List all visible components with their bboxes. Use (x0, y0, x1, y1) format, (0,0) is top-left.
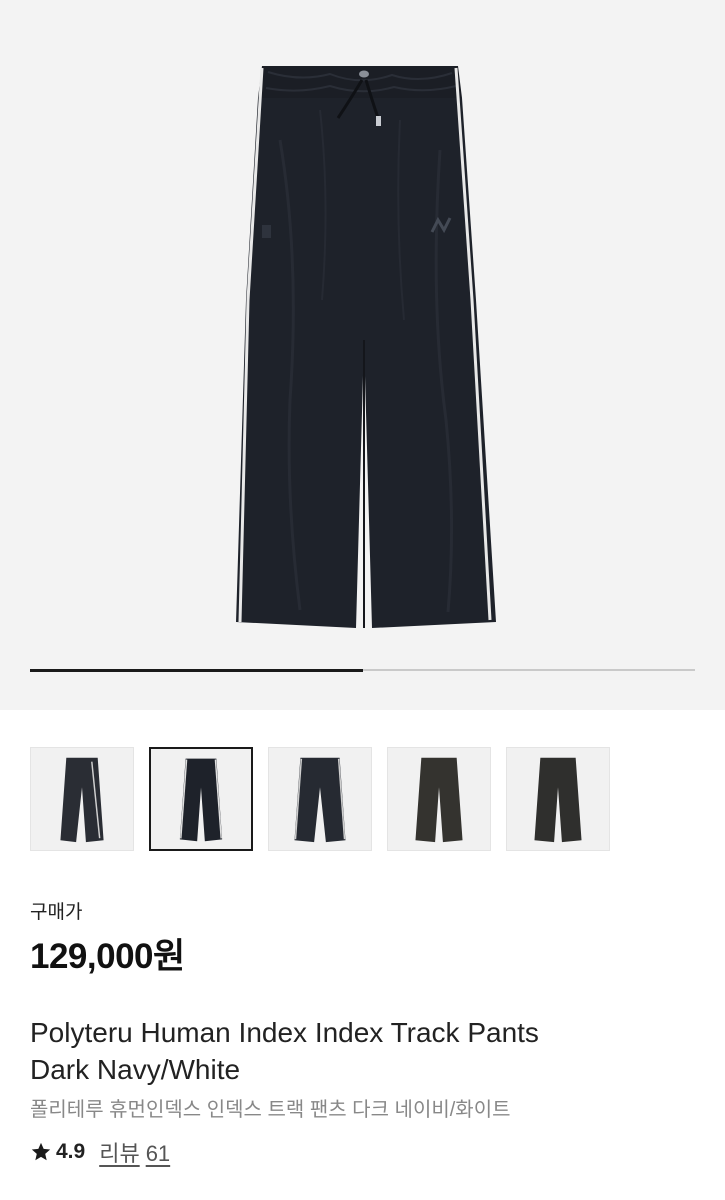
thumbnail-3[interactable] (268, 747, 372, 851)
thumbnail-image (388, 748, 490, 850)
image-progress-fill (30, 668, 363, 672)
thumbnail-4[interactable] (387, 747, 491, 851)
thumbnail-strip (30, 747, 695, 851)
product-price: 129,000원 (30, 937, 185, 976)
rating-value: 4.9 (56, 1140, 86, 1163)
thumbnail-image (151, 749, 251, 849)
thumbnail-image (269, 748, 371, 850)
thumbnail-5[interactable] (506, 747, 610, 851)
review-link[interactable]: 리뷰 61 (99, 1136, 176, 1168)
thumbnail-image (31, 748, 133, 850)
star-icon (31, 1142, 51, 1161)
thumbnail-1[interactable] (30, 747, 134, 851)
rating-row: 4.9 리뷰 61 (30, 1137, 176, 1167)
thumbnail-image (507, 748, 609, 850)
product-image-gallery[interactable] (0, 0, 725, 710)
price-label: 구매가 (30, 902, 83, 923)
image-progress-track (30, 668, 695, 672)
product-title-korean: 폴리테루 휴먼인덱스 인덱스 트랙 팬츠 다크 네이비/화이트 (30, 1099, 511, 1121)
thumbnail-2[interactable] (149, 747, 253, 851)
product-title-line-2: Dark Navy/White (30, 1054, 241, 1085)
product-title-line-1: Polyteru Human Index Index Track Pants (30, 1017, 539, 1048)
review-count: 61 (145, 1141, 171, 1166)
review-label: 리뷰 (99, 1141, 140, 1166)
product-main-image (236, 66, 496, 628)
product-title: Polyteru Human Index Index Track Pants D… (30, 1014, 695, 1088)
